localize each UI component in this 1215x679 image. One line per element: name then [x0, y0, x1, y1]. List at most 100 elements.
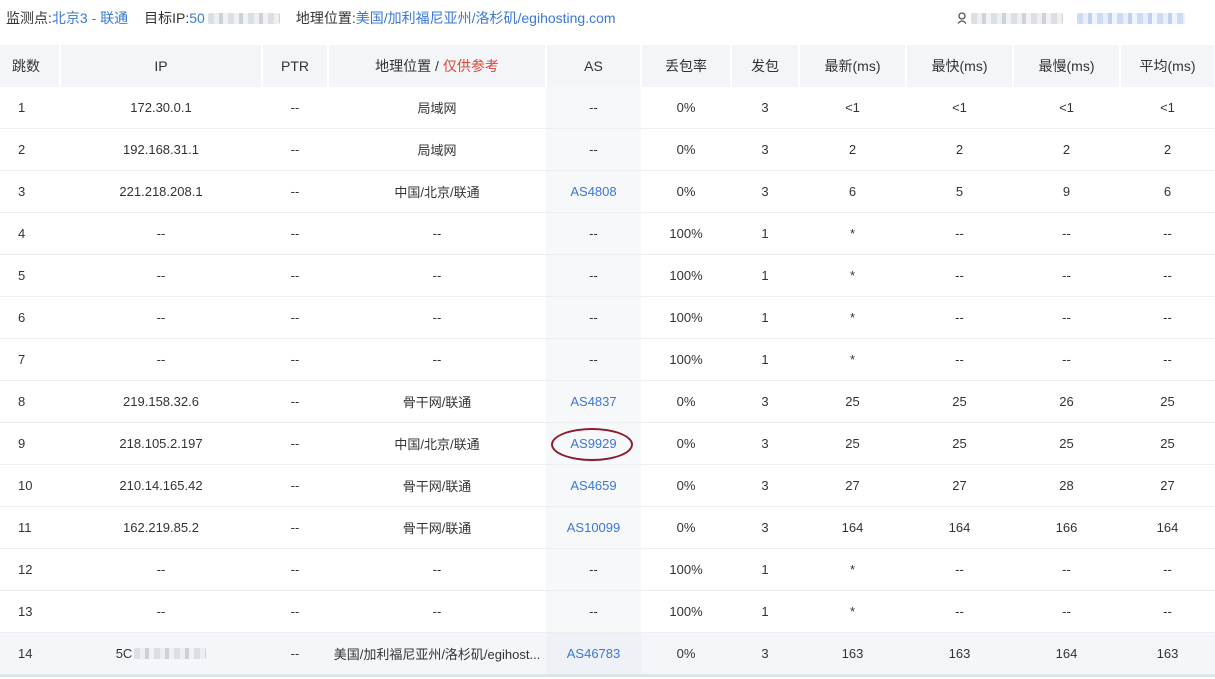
as-link[interactable]: AS10099: [567, 520, 621, 535]
cell-ptr: --: [262, 212, 328, 255]
cell-slowest: <1: [1013, 87, 1120, 129]
cell-slowest: 25: [1013, 422, 1120, 465]
cell-sent: 3: [731, 170, 799, 213]
cell-fastest: 5: [906, 170, 1013, 213]
cell-ptr: --: [262, 590, 328, 633]
cell-ptr: --: [262, 254, 328, 297]
as-link[interactable]: AS9929: [551, 428, 634, 461]
cell-geo: --: [328, 590, 546, 633]
table-row: 6 -- -- -- -- 100% 1 * -- -- --: [0, 296, 1215, 339]
target-ip-label: 目标IP:: [144, 10, 190, 26]
cell-loss: 0%: [641, 464, 731, 507]
cell-slowest: --: [1013, 296, 1120, 339]
col-avg: 平均(ms): [1120, 45, 1215, 87]
table-row: 8 219.158.32.6 -- 骨干网/联通 AS4837 0% 3 25 25 26 25: [0, 380, 1215, 423]
cell-fastest: --: [906, 296, 1013, 339]
col-ptr: PTR: [262, 45, 329, 87]
cell-ip: 192.168.31.1: [60, 128, 262, 171]
monitor-point-label: 监测点:: [6, 10, 52, 26]
cell-ptr: --: [262, 506, 328, 549]
table-row: 2 192.168.31.1 -- 局域网 -- 0% 3 2 2 2 2: [0, 128, 1215, 171]
as-link[interactable]: AS4837: [570, 394, 616, 409]
cell-avg: 2: [1120, 128, 1215, 171]
target-ip-value: 50: [189, 10, 205, 26]
cell-loss: 0%: [641, 380, 731, 423]
cell-ip: 5C: [60, 632, 262, 677]
cell-ip: --: [60, 254, 262, 297]
cell-ptr: --: [262, 380, 328, 423]
cell-avg: <1: [1120, 87, 1215, 129]
cell-latest: 27: [799, 464, 906, 507]
cell-ptr: --: [262, 170, 328, 213]
table-row: 3 221.218.208.1 -- 中国/北京/联通 AS4808 0% 3 6 5 9 6: [0, 170, 1215, 213]
cell-as: AS10099: [546, 506, 641, 549]
cell-geo: 局域网: [328, 87, 546, 129]
cell-fastest: <1: [906, 87, 1013, 129]
cell-latest: *: [799, 212, 906, 255]
cell-ptr: --: [262, 87, 328, 129]
table-row: 4 -- -- -- -- 100% 1 * -- -- --: [0, 212, 1215, 255]
cell-loss: 100%: [641, 212, 731, 255]
cell-geo: 骨干网/联通: [328, 506, 546, 549]
table-header-row: 跳数 IP PTR 地理位置 / 仅供参考 AS 丢包率 发包 最新(ms) 最…: [0, 45, 1215, 87]
as-link[interactable]: AS4659: [570, 478, 616, 493]
cell-ptr: --: [262, 338, 328, 381]
cell-as: --: [546, 548, 641, 591]
cell-ip: --: [60, 548, 262, 591]
cell-latest: *: [799, 548, 906, 591]
cell-loss: 0%: [641, 506, 731, 549]
monitor-point-value[interactable]: 北京3 - 联通: [52, 8, 128, 28]
geo-location-value[interactable]: 美国/加利福尼亚州/洛杉矶/egihosting.com: [356, 8, 616, 28]
cell-sent: 1: [731, 590, 799, 633]
col-latest: 最新(ms): [799, 45, 907, 87]
cell-fastest: --: [906, 590, 1013, 633]
cell-as: --: [546, 296, 641, 339]
cell-latest: *: [799, 590, 906, 633]
cell-geo: 局域网: [328, 128, 546, 171]
user-name-redacted: [971, 12, 1063, 24]
cell-latest: *: [799, 338, 906, 381]
cell-hop: 8: [0, 380, 60, 423]
cell-as: --: [546, 254, 641, 297]
table-row: 11 162.219.85.2 -- 骨干网/联通 AS10099 0% 3 164 164 16…: [0, 506, 1215, 549]
cell-fastest: 25: [906, 422, 1013, 465]
cell-avg: --: [1120, 590, 1215, 633]
cell-ip: 162.219.85.2: [60, 506, 262, 549]
cell-fastest: 164: [906, 506, 1013, 549]
cell-avg: 27: [1120, 464, 1215, 507]
cell-ptr: --: [262, 128, 328, 171]
table-row: 9 218.105.2.197 -- 中国/北京/联通 AS9929 0% 3 25 25 25 2…: [0, 422, 1215, 465]
cell-fastest: --: [906, 212, 1013, 255]
col-ip: IP: [60, 45, 263, 87]
as-link[interactable]: AS46783: [567, 646, 621, 661]
cell-sent: 3: [731, 128, 799, 171]
cell-ptr: --: [262, 548, 328, 591]
cell-fastest: --: [906, 338, 1013, 381]
as-link[interactable]: AS4808: [570, 184, 616, 199]
col-fastest: 最快(ms): [906, 45, 1014, 87]
cell-ip: --: [60, 296, 262, 339]
cell-avg: 164: [1120, 506, 1215, 549]
cell-slowest: --: [1013, 548, 1120, 591]
cell-ip: 210.14.165.42: [60, 464, 262, 507]
cell-ptr: --: [262, 632, 328, 677]
cell-hop: 9: [0, 422, 60, 465]
user-email-redacted: [1077, 12, 1185, 24]
cell-sent: 3: [731, 506, 799, 549]
cell-slowest: --: [1013, 338, 1120, 381]
cell-avg: --: [1120, 254, 1215, 297]
cell-hop: 11: [0, 506, 60, 549]
table-row: 14 5C -- 美国/加利福尼亚州/洛杉矶/egihost... AS46783 0% 3…: [0, 632, 1215, 677]
cell-latest: 25: [799, 422, 906, 465]
cell-latest: 6: [799, 170, 906, 213]
cell-avg: --: [1120, 548, 1215, 591]
cell-loss: 100%: [641, 338, 731, 381]
cell-as: --: [546, 87, 641, 129]
table-row: 13 -- -- -- -- 100% 1 * -- -- --: [0, 590, 1215, 633]
cell-avg: --: [1120, 338, 1215, 381]
cell-loss: 0%: [641, 87, 731, 129]
cell-slowest: 26: [1013, 380, 1120, 423]
table-row: 7 -- -- -- -- 100% 1 * -- -- --: [0, 338, 1215, 381]
cell-fastest: --: [906, 254, 1013, 297]
geo-location: 地理位置: 美国/加利福尼亚州/洛杉矶/egihosting.com: [296, 8, 616, 28]
